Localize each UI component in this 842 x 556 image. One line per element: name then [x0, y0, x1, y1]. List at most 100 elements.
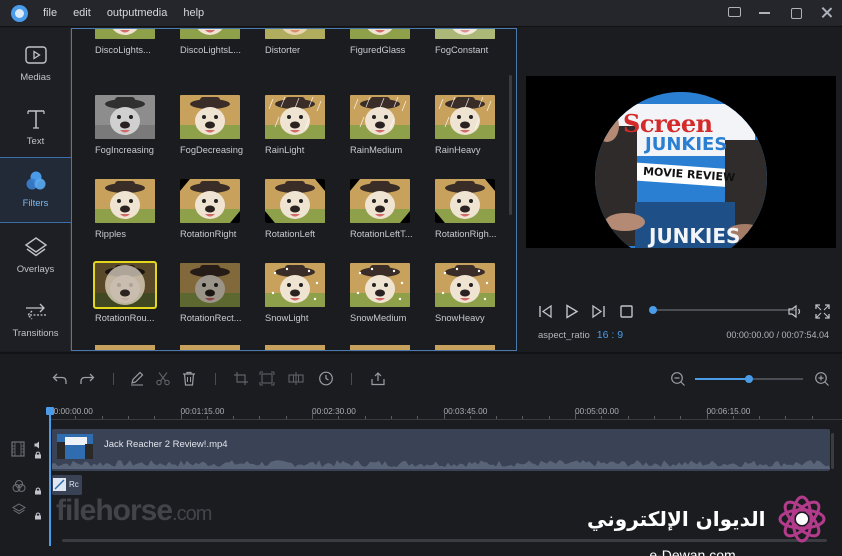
- dewan-arabic-text: الديوان الإلكتروني: [587, 507, 766, 531]
- filter-track-icon: [12, 480, 26, 492]
- maximize-icon[interactable]: [788, 5, 803, 20]
- filter-item[interactable]: DiscoLights...: [95, 29, 167, 55]
- resize-icon[interactable]: [259, 371, 275, 386]
- delete-icon[interactable]: [181, 371, 197, 386]
- filter-item[interactable]: FiguredGlass: [350, 29, 422, 55]
- filter-item[interactable]: FogIncreasing: [95, 95, 167, 155]
- filter-item[interactable]: RainMedium: [350, 95, 422, 155]
- timeline-ruler[interactable]: 00:00:00.00 00:01:15.00 00:02:30.00 00:03:4…: [49, 402, 842, 420]
- sign-line-4: JUNKIES: [649, 224, 741, 248]
- filter-item[interactable]: RotationRou...: [93, 261, 167, 323]
- ruler-tick: [154, 416, 156, 419]
- filter-item[interactable]: FogDecreasing: [180, 95, 252, 155]
- filter-item[interactable]: SnowHeavy: [435, 263, 507, 323]
- menu-outputmedia[interactable]: outputmedia: [107, 7, 168, 19]
- minimize-icon[interactable]: [757, 5, 772, 20]
- video-track-controls: [0, 437, 49, 467]
- undo-icon[interactable]: [52, 371, 68, 386]
- filter-thumbnail: [95, 95, 155, 139]
- cut-icon[interactable]: [155, 371, 171, 386]
- sidebar-item-transitions[interactable]: Transitions: [0, 288, 71, 352]
- filter-item[interactable]: RotationRight: [180, 179, 252, 239]
- ruler-tick: [233, 416, 235, 419]
- sidebar-item-text[interactable]: Text: [0, 96, 71, 160]
- lock-icon[interactable]: [34, 451, 42, 459]
- zoom-in-icon[interactable]: [814, 371, 830, 386]
- sidebar-item-label: Overlays: [16, 264, 55, 275]
- menu-help[interactable]: help: [183, 7, 204, 19]
- filter-item[interactable]: RotationLeftT...: [350, 179, 422, 239]
- prev-frame-icon[interactable]: [538, 304, 553, 319]
- panel-divider[interactable]: [0, 352, 842, 354]
- filter-thumbnail: [350, 179, 410, 223]
- filter-thumbnail: [350, 29, 410, 39]
- filters-panel: DiscoLights... DiscoLightsL... Distorter Fi…: [71, 28, 517, 351]
- playhead-handle[interactable]: [46, 407, 54, 415]
- filter-thumbnail-partial: [95, 345, 155, 350]
- ruler-tick-label: 00:03:45.00: [443, 406, 488, 416]
- filehorse-suffix: .com: [172, 503, 212, 525]
- crop-icon[interactable]: [233, 371, 249, 386]
- menu-file[interactable]: file: [43, 7, 57, 19]
- overlay-clip[interactable]: Rc: [52, 475, 82, 495]
- sidebar-item-filters[interactable]: Filters: [0, 157, 71, 223]
- filter-item[interactable]: Distorter: [265, 29, 337, 55]
- speaker-icon[interactable]: [34, 441, 42, 449]
- video-clip[interactable]: Jack Reacher 2 Review!.mp4: [52, 429, 830, 471]
- playback-progress-track[interactable]: [652, 309, 796, 311]
- filter-item[interactable]: RainHeavy: [435, 95, 507, 155]
- filter-item[interactable]: DiscoLightsL...: [180, 29, 252, 55]
- filters-scrollbar[interactable]: [509, 75, 512, 215]
- play-icon[interactable]: [564, 304, 579, 319]
- fullscreen-icon[interactable]: [815, 304, 830, 319]
- message-icon[interactable]: [728, 7, 741, 17]
- aspect-ratio-value[interactable]: 16 : 9: [597, 329, 623, 341]
- close-icon[interactable]: [819, 5, 834, 20]
- filter-item[interactable]: SnowMedium: [350, 263, 422, 323]
- filter-item[interactable]: RotationRigh...: [435, 179, 507, 239]
- filter-item[interactable]: RotationRect...: [180, 263, 252, 323]
- overlays-icon: [24, 237, 47, 257]
- player-controls: [526, 296, 836, 326]
- ruler-tick: [75, 416, 77, 419]
- export-icon[interactable]: [370, 371, 386, 386]
- lock-icon[interactable]: [34, 512, 42, 520]
- filter-thumbnail: [95, 29, 155, 39]
- ruler-tick: [390, 416, 392, 419]
- sidebar-item-label: Medias: [20, 72, 51, 83]
- filter-item[interactable]: RotationLeft: [265, 179, 337, 239]
- filter-item[interactable]: Ripples: [95, 179, 167, 239]
- filter-item[interactable]: SnowLight: [265, 263, 337, 323]
- filter-item[interactable]: RainLight: [265, 95, 337, 155]
- filter-item[interactable]: FogConstant: [435, 29, 507, 55]
- text-icon: [26, 110, 45, 129]
- filter-thumbnail: [350, 95, 410, 139]
- playback-progress-handle[interactable]: [649, 306, 657, 314]
- volume-icon[interactable]: [788, 304, 803, 319]
- zoom-slider-handle[interactable]: [745, 375, 753, 383]
- overlay-clip-icon: [53, 478, 66, 491]
- redo-icon[interactable]: [79, 371, 95, 386]
- menu-edit[interactable]: edit: [73, 7, 91, 19]
- filter-thumbnail: [93, 261, 157, 309]
- ruler-tick: [312, 413, 313, 419]
- lock-icon[interactable]: [34, 487, 42, 495]
- dewan-watermark: الديوان الإلكتروني e-Dewan.com: [587, 493, 828, 556]
- ruler-tick-label: 00:05:00.00: [575, 406, 619, 416]
- sidebar-item-overlays[interactable]: Overlays: [0, 224, 71, 288]
- filter-thumbnail: [435, 179, 495, 223]
- ruler-tick: [127, 416, 129, 419]
- mosaic-icon[interactable]: [288, 371, 304, 386]
- stop-icon[interactable]: [619, 304, 634, 319]
- filter-label: DiscoLights...: [95, 45, 151, 55]
- edit-pencil-icon[interactable]: [129, 371, 145, 386]
- video-preview[interactable]: Screen JUNKIES MOVIE REVIEW JUNKIES: [526, 76, 836, 248]
- next-frame-icon[interactable]: [591, 304, 606, 319]
- ruler-tick: [259, 416, 261, 419]
- duration-clock-icon[interactable]: [318, 371, 334, 386]
- filter-label: RotationRect...: [180, 313, 242, 323]
- ruler-tick-label: 00:01:15.00: [180, 406, 225, 416]
- playhead[interactable]: [49, 410, 51, 546]
- sidebar-item-medias[interactable]: Medias: [0, 32, 71, 96]
- zoom-out-icon[interactable]: [670, 371, 686, 386]
